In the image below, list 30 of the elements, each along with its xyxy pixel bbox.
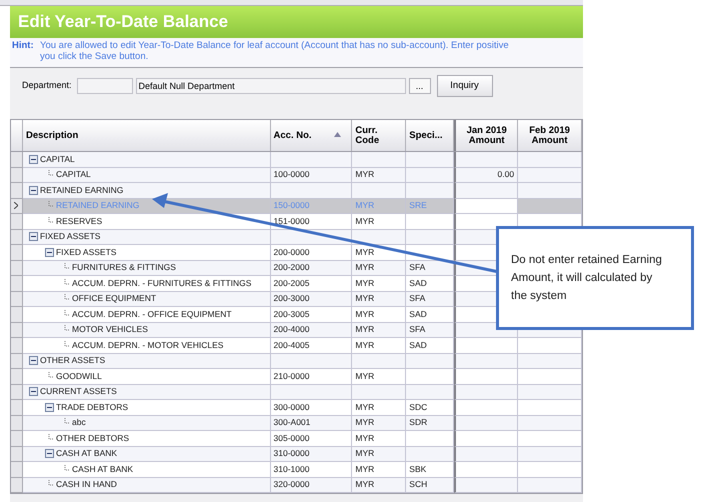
description-text: ACCUM. DEPRN. - FURNITURES & FITTINGS	[72, 276, 252, 290]
description-text: CASH AT BANK	[72, 462, 134, 476]
description-text: ACCUM. DEPRN. - OFFICE EQUIPMENT	[72, 308, 232, 321]
description-text: CASH AT BANK	[56, 447, 118, 460]
description-text: FIXED ASSETS	[56, 246, 116, 259]
description-text: OFFICE EQUIPMENT	[72, 292, 156, 306]
table-cell: 320-0000	[270, 478, 352, 493]
description-text: OTHER DEBTORS	[56, 432, 130, 445]
description-text: abc	[72, 416, 86, 430]
description-text: CAPITAL	[40, 152, 75, 166]
description-text: CASH IN HAND	[56, 478, 117, 492]
description-text: CURRENT ASSETS	[40, 385, 117, 398]
description-text: TRADE DEBTORS	[56, 400, 128, 414]
table-cell: MYR	[352, 478, 406, 493]
description-text: RETAINED EARNING	[56, 199, 140, 212]
description-text: RESERVES	[56, 214, 102, 228]
description-text: RETAINED EARNING	[40, 184, 124, 197]
hint-text: You are allowed to edit Year-To-Date Balance for leaf account (Account that has no sub-account). Enter positive	[40, 40, 509, 51]
hint-label: Hint:	[12, 40, 35, 53]
hint-text: you click the Save button.	[40, 51, 150, 62]
description-text: ACCUM. DEPRN. - MOTOR VEHICLES	[72, 338, 224, 352]
department-label: Department:	[22, 79, 72, 92]
description-text: OTHER ASSETS	[40, 354, 106, 368]
description-text: FIXED ASSETS	[40, 230, 100, 244]
description-text: FURNITURES & FITTINGS	[72, 261, 176, 274]
description-text: CAPITAL	[56, 168, 91, 182]
description-text: MOTOR VEHICLES	[72, 323, 148, 336]
window-title: Edit Year-To-Date Balance	[18, 11, 228, 34]
description-text: GOODWILL	[56, 370, 102, 383]
table-cell: SCH	[406, 478, 454, 493]
